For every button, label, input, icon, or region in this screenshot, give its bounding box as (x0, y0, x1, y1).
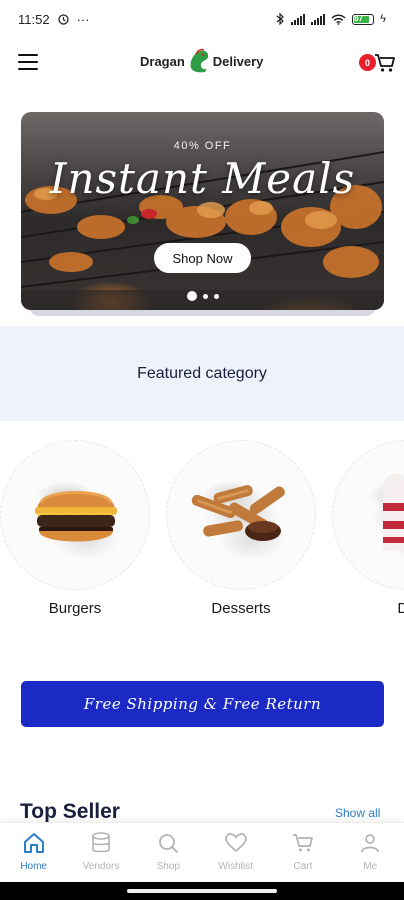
top-seller-heading: Top Seller (20, 800, 120, 823)
cart-icon (375, 54, 395, 72)
nav-label: Shop (156, 861, 180, 872)
app-header: Dragan Delivery 0 (0, 40, 404, 88)
category-label: Burgers (48, 600, 102, 617)
shop-now-button[interactable]: Shop Now (154, 243, 251, 273)
featured-category-section: Featured category (0, 326, 404, 421)
heart-icon (224, 833, 247, 852)
drink-image (383, 473, 404, 551)
nav-label: Me (363, 861, 378, 872)
nav-item-shop[interactable]: Shop (135, 823, 202, 882)
header-cart-button[interactable]: 0 (358, 50, 398, 80)
banner-title: Instant Meals (49, 154, 356, 203)
cell-signal-2-icon (311, 13, 326, 25)
category-carousel[interactable]: Burgers Desserts D (0, 440, 404, 630)
nav-item-me[interactable]: Me (337, 823, 404, 882)
wifi-icon (331, 13, 346, 25)
cell-signal-1-icon (291, 13, 306, 25)
carousel-dots (21, 291, 384, 301)
burger-image (35, 491, 117, 542)
category-image-frame (166, 440, 316, 590)
app-logo: Dragan Delivery (140, 48, 263, 74)
category-image-frame (332, 440, 404, 590)
more-notifications-icon: ··· (76, 11, 90, 27)
banner-offer-text: 40% OFF (173, 140, 232, 152)
nav-item-wishlist[interactable]: Wishlist (202, 823, 269, 882)
nav-label: Wishlist (218, 861, 253, 872)
home-gesture-handle[interactable] (127, 889, 277, 893)
bluetooth-icon (276, 13, 285, 25)
logo-text-left: Dragan (140, 53, 185, 69)
carousel-dot[interactable] (202, 293, 208, 299)
status-time: 11:52 (18, 11, 50, 27)
home-icon (23, 833, 44, 853)
carousel-dot-active[interactable] (186, 291, 197, 301)
clock-icon (57, 13, 69, 25)
category-item-desserts[interactable]: Desserts (166, 440, 316, 630)
charging-icon: ϟ (380, 13, 386, 25)
battery-percent: 87 (354, 13, 364, 23)
dragon-logo-icon (190, 48, 208, 73)
status-bar: 11:52 ··· 87 ϟ (0, 0, 404, 38)
database-icon (92, 832, 110, 853)
search-icon (159, 834, 179, 853)
churros-image (191, 485, 285, 541)
category-item-drinks[interactable]: Dri (332, 440, 404, 630)
show-all-link[interactable]: Show all (335, 806, 380, 820)
menu-line-icon (18, 54, 38, 56)
promo-banner-carousel[interactable]: 40% OFF Instant Meals Shop Now (21, 112, 384, 310)
category-label: Desserts (211, 600, 271, 617)
category-item-burgers[interactable]: Burgers (0, 440, 150, 630)
menu-line-icon (18, 61, 38, 63)
bottom-navigation: Home Vendors Shop Wishlist Cart Me (0, 822, 404, 882)
person-icon (361, 834, 380, 853)
nav-label: Home (20, 861, 47, 872)
category-image-frame (0, 440, 150, 590)
nav-label: Vendors (82, 861, 120, 872)
carousel-dot[interactable] (213, 293, 219, 299)
hamburger-menu-button[interactable] (18, 54, 38, 70)
category-label: Dri (397, 600, 404, 617)
featured-category-heading: Featured category (137, 364, 267, 382)
cart-icon (292, 834, 313, 852)
battery-icon: 87 (352, 13, 375, 25)
nav-item-cart[interactable]: Cart (269, 823, 336, 882)
nav-item-vendors[interactable]: Vendors (67, 823, 134, 882)
menu-line-icon (18, 68, 38, 70)
nav-item-home[interactable]: Home (0, 823, 67, 882)
nav-label: Cart (293, 861, 313, 872)
logo-text-right: Delivery (212, 53, 264, 69)
free-shipping-banner[interactable]: Free Shipping & Free Return (21, 681, 384, 727)
